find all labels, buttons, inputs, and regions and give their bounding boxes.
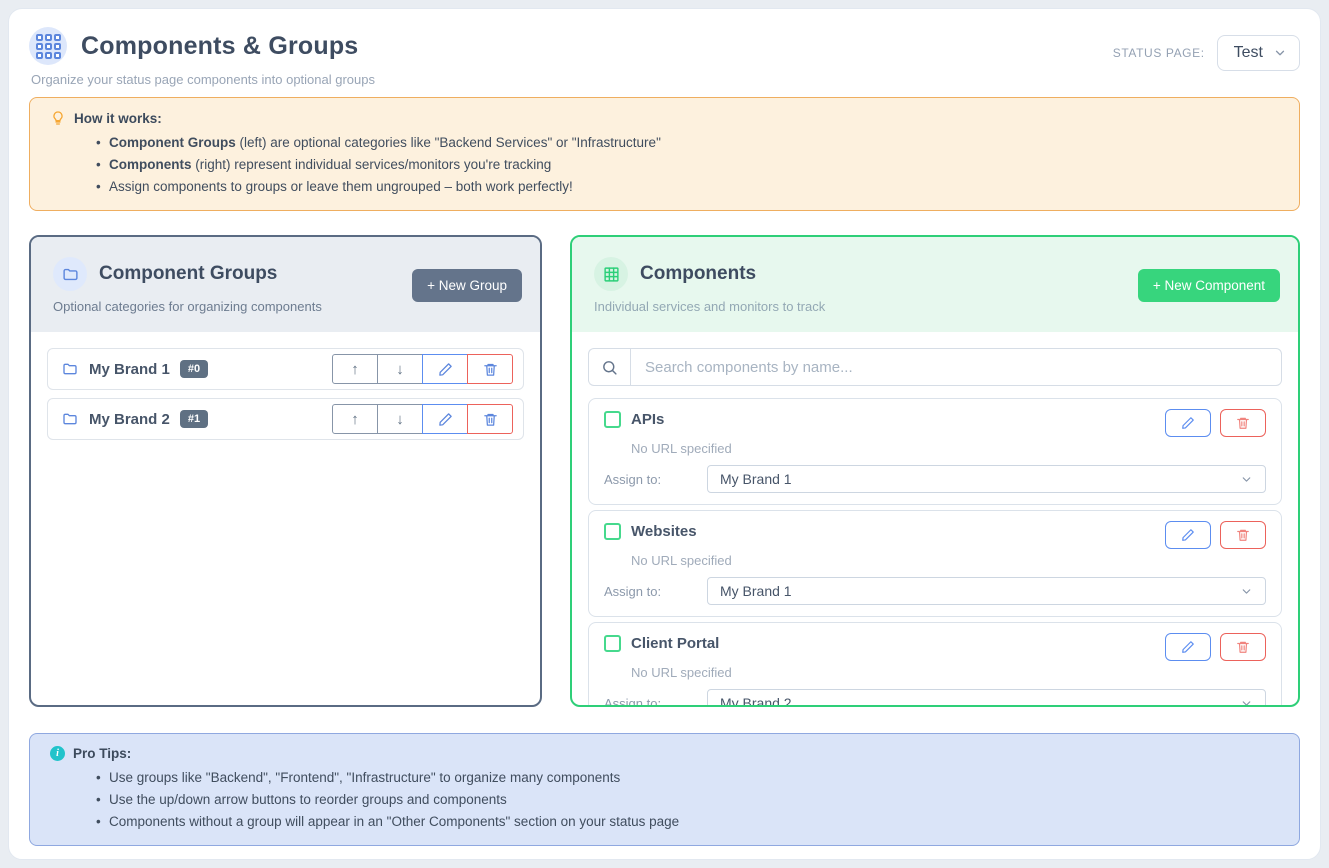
component-url-note: No URL specified	[631, 441, 1266, 456]
assigned-group-value: My Brand 1	[720, 583, 792, 599]
new-group-button[interactable]: + New Group	[412, 269, 522, 302]
assign-group-select[interactable]: My Brand 1	[707, 577, 1266, 605]
lightbulb-icon	[50, 110, 66, 126]
component-name: Client Portal	[631, 635, 719, 652]
move-group-down-button[interactable]: ↓	[377, 354, 423, 384]
delete-group-button[interactable]	[467, 404, 513, 434]
groups-panel-title: Component Groups	[99, 263, 277, 285]
component-name: APIs	[631, 411, 664, 428]
group-name: My Brand 1	[89, 361, 170, 378]
table-grid-icon	[594, 257, 628, 291]
pro-tip-item: Use the up/down arrow buttons to reorder…	[96, 789, 1279, 811]
trash-icon	[1236, 640, 1250, 654]
components-panel-subtitle: Individual services and monitors to trac…	[594, 299, 825, 314]
info-icon: i	[50, 746, 65, 761]
edit-component-button[interactable]	[1165, 633, 1211, 661]
pro-tip-item: Components without a group will appear i…	[96, 811, 1279, 833]
delete-component-button[interactable]	[1220, 409, 1266, 437]
component-groups-panel: Component Groups Optional categories for…	[29, 235, 542, 707]
assign-to-label: Assign to:	[604, 472, 707, 487]
page-title: Components & Groups	[81, 32, 358, 61]
how-it-works-title: How it works:	[74, 111, 162, 126]
folder-icon	[62, 411, 78, 427]
trash-icon	[483, 362, 498, 377]
how-it-works-item: Components (right) represent individual …	[96, 154, 1279, 176]
status-page-label: STATUS PAGE:	[1113, 46, 1205, 60]
group-order-badge: #1	[180, 410, 208, 428]
main-card: Components & Groups Organize your status…	[8, 8, 1321, 860]
group-row: My Brand 2 #1 ↑ ↓	[47, 398, 524, 440]
assigned-group-value: My Brand 1	[720, 471, 792, 487]
chevron-down-icon	[1240, 697, 1253, 708]
delete-group-button[interactable]	[467, 354, 513, 384]
pro-tip-item: Use groups like "Backend", "Frontend", "…	[96, 767, 1279, 789]
folder-icon	[62, 361, 78, 377]
edit-group-button[interactable]	[422, 354, 468, 384]
move-group-up-button[interactable]: ↑	[332, 354, 378, 384]
assigned-group-value: My Brand 2	[720, 695, 792, 707]
component-checkbox[interactable]	[604, 411, 621, 428]
component-checkbox[interactable]	[604, 523, 621, 540]
group-row: My Brand 1 #0 ↑ ↓	[47, 348, 524, 390]
trash-icon	[483, 412, 498, 427]
component-name: Websites	[631, 523, 697, 540]
component-search	[588, 348, 1282, 386]
status-page-select[interactable]: Test	[1217, 35, 1300, 71]
chevron-down-icon	[1240, 473, 1253, 486]
status-page-value: Test	[1234, 44, 1263, 62]
components-panel: Components Individual services and monit…	[570, 235, 1300, 707]
groups-panel-subtitle: Optional categories for organizing compo…	[53, 299, 322, 314]
delete-component-button[interactable]	[1220, 521, 1266, 549]
how-it-works-list: Component Groups (left) are optional cat…	[96, 132, 1279, 198]
move-group-down-button[interactable]: ↓	[377, 404, 423, 434]
pencil-icon	[438, 412, 453, 427]
assign-to-label: Assign to:	[604, 696, 707, 708]
edit-group-button[interactable]	[422, 404, 468, 434]
component-card: APIs No URL specified Assign to: My Bran…	[588, 398, 1282, 505]
search-input[interactable]	[630, 348, 1282, 386]
delete-component-button[interactable]	[1220, 633, 1266, 661]
pro-tips-list: Use groups like "Backend", "Frontend", "…	[96, 767, 1279, 833]
chevron-down-icon	[1273, 46, 1287, 60]
page-header: Components & Groups Organize your status…	[29, 27, 1300, 87]
pencil-icon	[1181, 528, 1195, 542]
how-it-works-item: Component Groups (left) are optional cat…	[96, 132, 1279, 154]
search-icon	[588, 348, 630, 386]
assign-group-select[interactable]: My Brand 2	[707, 689, 1266, 707]
assign-group-select[interactable]: My Brand 1	[707, 465, 1266, 493]
pro-tips-title: Pro Tips:	[73, 746, 131, 761]
new-component-button[interactable]: + New Component	[1138, 269, 1280, 302]
folder-icon	[53, 257, 87, 291]
trash-icon	[1236, 416, 1250, 430]
pro-tips-box: i Pro Tips: Use groups like "Backend", "…	[29, 733, 1300, 846]
component-checkbox[interactable]	[604, 635, 621, 652]
component-url-note: No URL specified	[631, 665, 1266, 680]
components-panel-title: Components	[640, 263, 756, 285]
edit-component-button[interactable]	[1165, 521, 1211, 549]
how-it-works-box: How it works: Component Groups (left) ar…	[29, 97, 1300, 211]
component-url-note: No URL specified	[631, 553, 1266, 568]
pencil-icon	[1181, 640, 1195, 654]
how-it-works-item: Assign components to groups or leave the…	[96, 176, 1279, 198]
assign-to-label: Assign to:	[604, 584, 707, 599]
pencil-icon	[1181, 416, 1195, 430]
component-card: Websites No URL specified Assign to: My …	[588, 510, 1282, 617]
page-subtitle: Organize your status page components int…	[31, 72, 375, 87]
group-order-badge: #0	[180, 360, 208, 378]
trash-icon	[1236, 528, 1250, 542]
chevron-down-icon	[1240, 585, 1253, 598]
component-card: Client Portal No URL specified Assign to…	[588, 622, 1282, 707]
edit-component-button[interactable]	[1165, 409, 1211, 437]
group-name: My Brand 2	[89, 411, 170, 428]
components-groups-icon	[29, 27, 67, 65]
pencil-icon	[438, 362, 453, 377]
move-group-up-button[interactable]: ↑	[332, 404, 378, 434]
